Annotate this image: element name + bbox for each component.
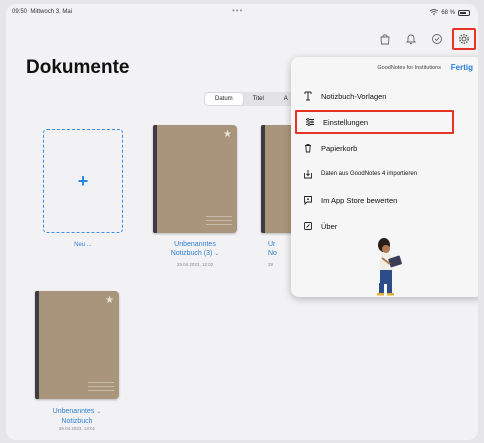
notebook-spine [35,291,39,399]
bell-icon[interactable] [400,30,422,48]
menu-item-label: Über [321,221,338,231]
top-toolbar [370,28,478,50]
menu-item-label: Einstellungen [323,117,369,127]
feedback-icon [303,195,313,205]
new-document-tile[interactable]: + [43,129,123,233]
page-title: Dokumente [26,57,130,78]
chevron-down-icon[interactable]: ⌄ [214,251,219,257]
template-icon [303,91,313,101]
trash-icon [303,143,313,153]
status-bar: 09:50 Mittwoch 3. Mai ••• 68 % [6,4,478,20]
notebook-cover[interactable]: ★ [35,291,119,399]
menu-item-about[interactable]: Über [291,214,478,238]
plus-icon: + [77,170,89,191]
wifi-icon [430,9,439,17]
star-icon[interactable]: ★ [223,129,232,140]
status-time-date: 09:50 Mittwoch 3. Mai [12,9,73,15]
notebook-label-lines [88,379,114,391]
status-right: 68 % [430,9,470,17]
notebook-label-lines [206,213,232,225]
menu-item-label: Daten aus GoodNotes 4 importieren [321,171,418,177]
menu-item-templates[interactable]: Notizbuch-Vorlagen [291,84,478,108]
menu-item-label: Papierkorb [321,143,358,153]
notebook-title[interactable]: Unbenanntes ⌄ Notizbuch [35,407,119,426]
select-check-icon[interactable] [426,30,448,48]
chevron-down-icon[interactable]: ⌄ [96,409,101,415]
sort-option-date[interactable]: Datum [205,93,243,105]
settings-gear-icon[interactable] [452,28,476,50]
menu-item-trash[interactable]: Papierkorb [291,136,478,160]
menu-item-label: Im App Store bewerten [321,195,398,205]
sliders-icon [305,117,315,127]
import-icon [303,169,313,179]
sort-segmented-control: Datum Titel A [204,92,299,106]
notebook-date: 29.04.2023, 12:02 [176,262,214,267]
new-document-label[interactable]: Neu ... [43,242,123,248]
notebook-date: 29.04.2023, 13:01 [58,426,96,431]
menu-header: GoodNotes for Institutions Fertig [291,57,478,79]
notebook-title[interactable]: Ur No [268,240,292,258]
institutions-link[interactable]: GoodNotes for Institutions [377,65,441,71]
notebook-spine [153,125,157,233]
app-window: 09:50 Mittwoch 3. Mai ••• 68 % Dokumente… [6,4,478,440]
star-icon[interactable]: ★ [105,295,114,306]
menu-item-rate-app[interactable]: Im App Store bewerten [291,188,478,212]
done-button[interactable]: Fertig [451,63,473,72]
shopping-bag-icon[interactable] [374,30,396,48]
sort-option-title[interactable]: Titel [243,93,274,105]
menu-item-settings[interactable]: Einstellungen [295,110,454,134]
notebook-date: 29 [268,262,274,267]
notebook-cover[interactable]: ★ [153,125,237,233]
info-icon [303,221,313,231]
battery-percent: 68 % [441,10,455,16]
notebook-title[interactable]: Unbenanntes Notizbuch (3) ⌄ [153,240,237,259]
multitask-dots[interactable]: ••• [232,6,243,15]
notebook-spine [261,125,265,233]
menu-item-label: Notizbuch-Vorlagen [321,91,387,101]
person-with-tablet-illustration [368,236,408,296]
battery-icon [458,10,470,16]
menu-item-import[interactable]: Daten aus GoodNotes 4 importieren [291,162,478,186]
